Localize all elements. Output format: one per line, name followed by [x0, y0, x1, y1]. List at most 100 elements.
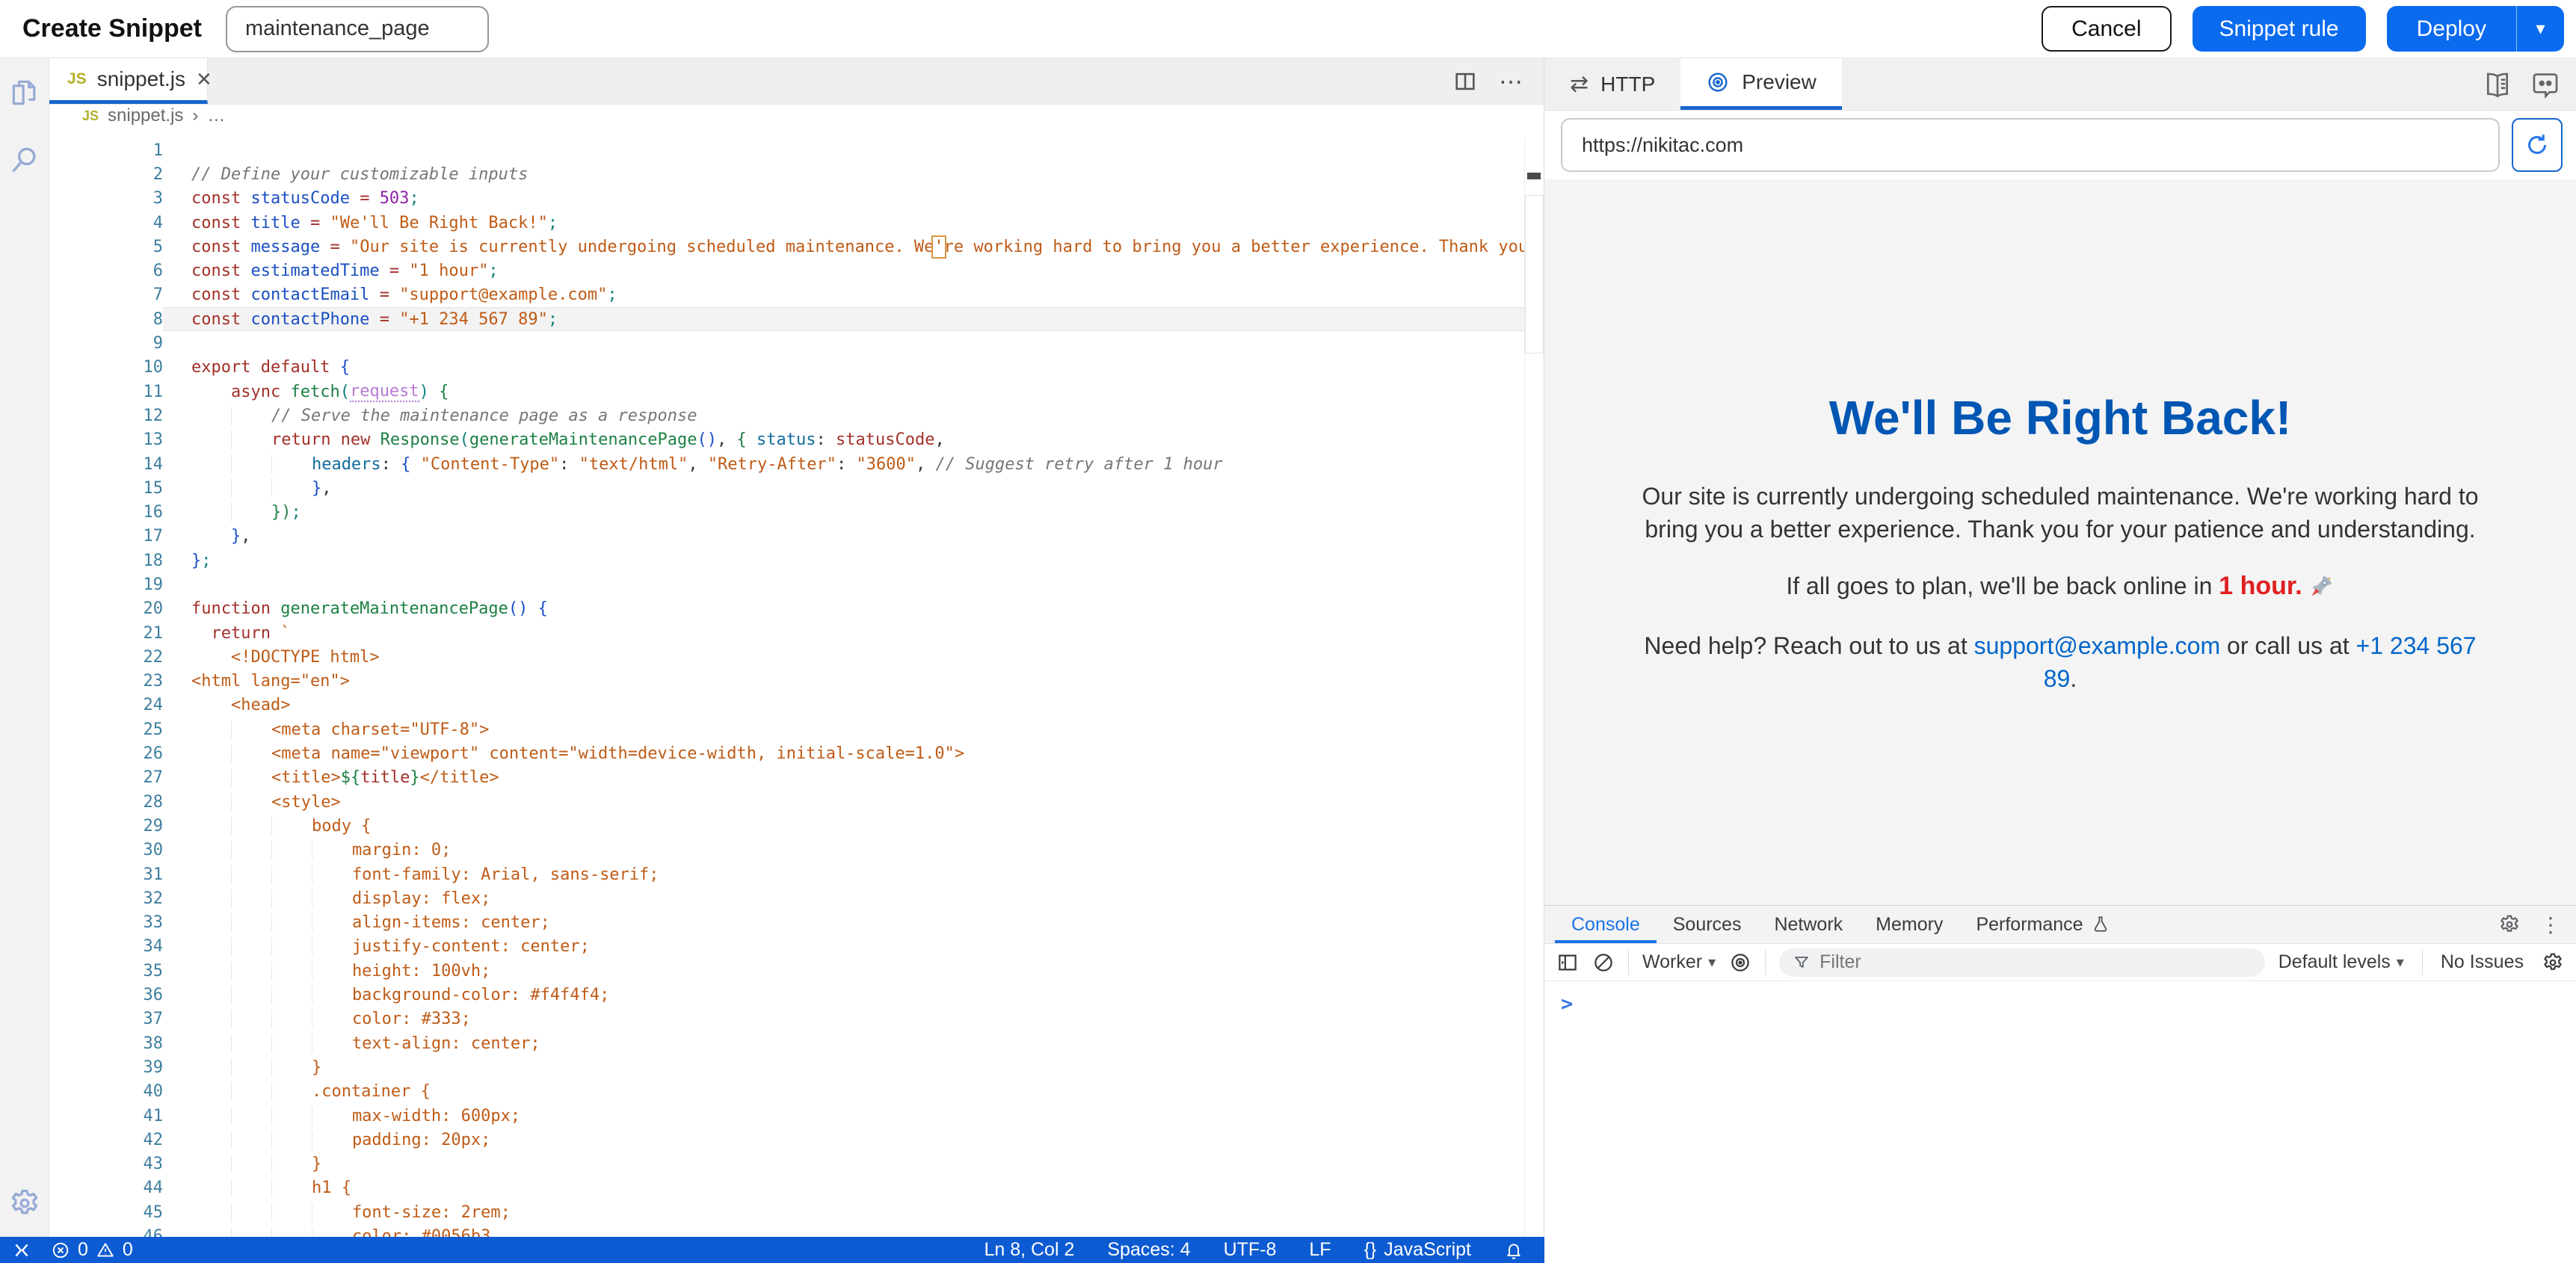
code-line[interactable]: 36 background-color: #f4f4f4; — [49, 983, 1544, 1007]
code-line[interactable]: 19 — [49, 572, 1544, 596]
code-line[interactable]: 6const estimatedTime = "1 hour"; — [49, 259, 1544, 282]
split-editor-icon[interactable] — [1452, 69, 1478, 94]
code-line[interactable]: 2// Define your customizable inputs — [49, 162, 1544, 186]
code-line[interactable]: 1 — [49, 138, 1544, 162]
remote-indicator-icon[interactable] — [12, 1241, 31, 1260]
devtools-tab-network[interactable]: Network — [1757, 906, 1859, 943]
indent-guide — [191, 527, 231, 546]
snippet-name-input[interactable] — [226, 6, 489, 52]
code-line[interactable]: 9 — [49, 331, 1544, 355]
code-line[interactable]: 42 padding: 20px; — [49, 1128, 1544, 1152]
code-line[interactable]: 33 align-items: center; — [49, 911, 1544, 935]
tab-http[interactable]: ⇄ HTTP — [1544, 58, 1680, 110]
language-mode[interactable]: {} JavaScript — [1364, 1239, 1471, 1261]
code-line[interactable]: 8const contactPhone = "+1 234 567 89"; — [49, 307, 1544, 331]
code-line[interactable]: 44 h1 { — [49, 1176, 1544, 1200]
code-line[interactable]: 31 font-family: Arial, sans-serif; — [49, 862, 1544, 886]
indentation-setting[interactable]: Spaces: 4 — [1107, 1239, 1190, 1261]
cursor-position[interactable]: Ln 8, Col 2 — [984, 1239, 1074, 1261]
issues-counter[interactable]: No Issues — [2441, 951, 2524, 973]
code-line[interactable]: 20function generateMaintenancePage() { — [49, 597, 1544, 621]
gear-icon[interactable] — [2498, 913, 2521, 936]
deploy-split-button[interactable]: Deploy ▾ — [2387, 6, 2564, 52]
code-token: <head> — [231, 696, 290, 714]
code-line[interactable]: 13 return new Response(generateMaintenan… — [49, 428, 1544, 452]
code-line[interactable]: 12 // Serve the maintenance page as a re… — [49, 404, 1544, 427]
scrollbar-thumb[interactable] — [1525, 195, 1544, 353]
code-line[interactable]: 16 }); — [49, 500, 1544, 524]
code-line[interactable]: 39 } — [49, 1055, 1544, 1079]
console-sidebar-toggle-icon[interactable] — [1556, 951, 1579, 974]
code-line[interactable]: 37 color: #333; — [49, 1007, 1544, 1031]
kebab-menu-icon[interactable]: ⋮ — [2540, 912, 2561, 937]
code-line[interactable]: 4const title = "We'll Be Right Back!"; — [49, 211, 1544, 235]
code-line[interactable]: 17 }, — [49, 525, 1544, 549]
devtools-tab-sources[interactable]: Sources — [1657, 906, 1758, 943]
code-line[interactable]: 23<html lang="en"> — [49, 670, 1544, 694]
code-line[interactable]: 35 height: 100vh; — [49, 959, 1544, 983]
context-selector[interactable]: Worker ▾ — [1642, 951, 1716, 973]
code-line[interactable]: 43 } — [49, 1152, 1544, 1176]
code-line[interactable]: 21 return ` — [49, 621, 1544, 645]
code-line[interactable]: 11 async fetch(request) { — [49, 380, 1544, 404]
tab-preview[interactable]: Preview — [1680, 58, 1842, 110]
files-icon[interactable] — [8, 76, 41, 109]
code-line[interactable]: 32 display: flex; — [49, 886, 1544, 910]
more-actions-icon[interactable]: ⋯ — [1499, 67, 1524, 96]
code-line[interactable]: 14 headers: { "Content-Type": "text/html… — [49, 452, 1544, 476]
close-icon[interactable]: ✕ — [196, 68, 212, 91]
bell-icon[interactable] — [1504, 1241, 1523, 1260]
code-line[interactable]: 24 <head> — [49, 694, 1544, 717]
code-line[interactable]: 40 .container { — [49, 1080, 1544, 1104]
devtools-tab-console[interactable]: Console — [1555, 906, 1657, 943]
filter-input[interactable] — [1819, 951, 2252, 973]
deploy-dropdown-button[interactable]: ▾ — [2516, 6, 2564, 52]
cancel-button[interactable]: Cancel — [2042, 6, 2171, 52]
code-line[interactable]: 7const contactEmail = "support@example.c… — [49, 283, 1544, 307]
code-line[interactable]: 3const statusCode = 503; — [49, 187, 1544, 211]
log-levels-selector[interactable]: Default levels ▾ — [2278, 951, 2404, 973]
breadcrumb-file[interactable]: snippet.js — [108, 105, 183, 126]
console-prompt[interactable]: > — [1561, 992, 1573, 1016]
console-settings-gear-icon[interactable] — [2542, 951, 2564, 974]
refresh-button[interactable] — [2512, 118, 2563, 172]
discord-icon[interactable] — [2531, 70, 2560, 99]
code-line[interactable]: 26 <meta name="viewport" content="width=… — [49, 741, 1544, 765]
code-line[interactable]: 46 color: #0056b3 — [49, 1224, 1544, 1237]
code-line[interactable]: 45 font-size: 2rem; — [49, 1200, 1544, 1224]
problems-indicator[interactable]: 0 0 — [51, 1239, 133, 1261]
console-output[interactable]: > — [1544, 982, 2576, 1263]
snippet-rule-button[interactable]: Snippet rule — [2193, 6, 2366, 52]
editor-scrollbar[interactable] — [1524, 138, 1544, 1237]
console-filter[interactable] — [1779, 948, 2265, 977]
clear-console-icon[interactable] — [1592, 951, 1615, 974]
code-line[interactable]: 41 max-width: 600px; — [49, 1104, 1544, 1128]
code-line[interactable]: 5const message = "Our site is currently … — [49, 235, 1544, 259]
code-editor[interactable]: 12// Define your customizable inputs3con… — [49, 127, 1544, 1237]
code-line[interactable]: 25 <meta charset="UTF-8"> — [49, 717, 1544, 741]
docs-icon[interactable] — [2483, 70, 2512, 99]
code-line[interactable]: 29 body { — [49, 814, 1544, 838]
code-line[interactable]: 28 <style> — [49, 790, 1544, 814]
devtools-tab-memory[interactable]: Memory — [1859, 906, 1959, 943]
breadcrumb[interactable]: JS snippet.js › … — [49, 105, 1544, 127]
code-line[interactable]: 30 margin: 0; — [49, 839, 1544, 862]
support-email-link[interactable]: support@example.com — [1974, 632, 2221, 659]
code-line[interactable]: 27 <title>${title}</title> — [49, 766, 1544, 790]
deploy-button[interactable]: Deploy — [2387, 6, 2516, 52]
code-line[interactable]: 18}; — [49, 549, 1544, 572]
url-input[interactable] — [1561, 118, 2500, 172]
code-line[interactable]: 34 justify-content: center; — [49, 935, 1544, 959]
devtools-tab-performance[interactable]: Performance — [1959, 906, 2126, 943]
code-line[interactable]: 10export default { — [49, 356, 1544, 380]
search-icon[interactable] — [8, 143, 41, 176]
code-line[interactable]: 15 }, — [49, 476, 1544, 500]
eol-setting[interactable]: LF — [1309, 1239, 1331, 1261]
encoding-setting[interactable]: UTF-8 — [1224, 1239, 1277, 1261]
gear-icon[interactable] — [8, 1187, 41, 1220]
live-expression-eye-icon[interactable] — [1729, 951, 1751, 974]
code-line[interactable]: 22 <!DOCTYPE html> — [49, 645, 1544, 669]
tab-snippet-js[interactable]: JS snippet.js ✕ — [49, 58, 208, 104]
code-line[interactable]: 38 text-align: center; — [49, 1031, 1544, 1055]
breadcrumb-more[interactable]: … — [207, 105, 225, 126]
